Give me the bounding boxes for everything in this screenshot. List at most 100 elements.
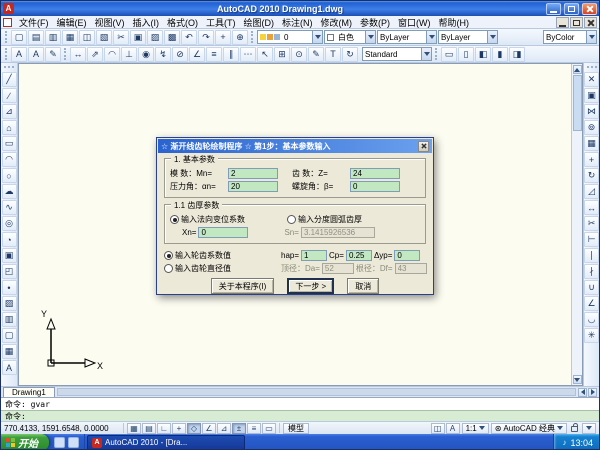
child-close-button[interactable] (584, 17, 597, 28)
scroll-right-icon[interactable] (588, 388, 597, 397)
join-icon[interactable]: ∪ (584, 280, 599, 295)
dropdown-arrow-icon[interactable] (426, 31, 436, 43)
edit-text-icon[interactable]: ✎ (45, 47, 61, 62)
lock-icon[interactable] (571, 426, 578, 432)
dimension-text-edit-icon[interactable]: T (325, 47, 341, 62)
gradient-icon[interactable]: ▥ (2, 312, 17, 327)
open-icon[interactable]: ▤ (28, 30, 44, 45)
toolbar-grip[interactable] (5, 31, 8, 43)
annotation-scale-dropdown[interactable]: 1:1 (462, 423, 489, 434)
toolbar-grip[interactable] (64, 48, 67, 60)
move-icon[interactable]: + (584, 152, 599, 167)
quick-launch-icon[interactable] (68, 437, 79, 448)
polar-toggle[interactable]: + (172, 423, 186, 434)
polyline-icon[interactable]: ⊿ (2, 104, 17, 119)
erase-icon[interactable]: ✕ (584, 72, 599, 87)
copy-object-icon[interactable]: ▣ (584, 88, 599, 103)
command-input[interactable] (5, 412, 595, 421)
osnap-toggle[interactable]: ◇ (187, 423, 201, 434)
ellipse-arc-icon[interactable]: ◔ (2, 232, 17, 247)
radio-gear-diameters[interactable] (164, 264, 173, 273)
quickprops-toggle[interactable]: ▭ (262, 423, 276, 434)
chamfer-icon[interactable]: ∠ (584, 296, 599, 311)
mtext-icon[interactable]: A (11, 47, 27, 62)
dim-style-dropdown[interactable]: Standard (362, 47, 432, 61)
lineweight-toggle[interactable]: ≡ (247, 423, 261, 434)
stretch-icon[interactable]: ↔ (584, 200, 599, 215)
vertical-scrollbar[interactable] (571, 64, 582, 385)
multileader-icon[interactable]: ↖ (257, 47, 273, 62)
arc-icon[interactable]: ◠ (2, 152, 17, 167)
circle-icon[interactable]: ○ (2, 168, 17, 183)
menu-parametric[interactable]: 参数(P) (356, 16, 394, 29)
linear-dimension-icon[interactable]: ↔ (70, 47, 86, 62)
cancel-button[interactable]: 取消 (347, 278, 379, 294)
radio-arc-thickness[interactable] (287, 215, 296, 224)
quick-view-icon[interactable]: ◫ (431, 423, 445, 434)
baseline-dimension-icon[interactable]: ∥ (223, 47, 239, 62)
ordinate-dimension-icon[interactable]: ⊥ (121, 47, 137, 62)
scroll-up-icon[interactable] (573, 65, 582, 74)
title-bar[interactable]: A AutoCAD 2010 Drawing1.dwg (1, 1, 599, 16)
offset-icon[interactable]: ⊚ (584, 120, 599, 135)
dimension-edit-icon[interactable]: ✎ (308, 47, 324, 62)
mirror-icon[interactable]: ⋈ (584, 104, 599, 119)
arc-length-dimension-icon[interactable]: ◠ (104, 47, 120, 62)
save-icon[interactable]: ▥ (45, 30, 61, 45)
aligned-dimension-icon[interactable]: ⇗ (87, 47, 103, 62)
break-at-point-icon[interactable]: ∣ (584, 248, 599, 263)
dropdown-arrow-icon[interactable] (421, 48, 431, 60)
rotate-icon[interactable]: ↻ (584, 168, 599, 183)
model-space-button[interactable]: 模型 (283, 423, 309, 434)
redo-icon[interactable]: ↷ (198, 30, 214, 45)
restore-button[interactable] (564, 3, 579, 15)
menu-tools[interactable]: 工具(T) (202, 16, 240, 29)
xn-input[interactable] (198, 227, 248, 238)
zoom-icon[interactable]: ⊕ (232, 30, 248, 45)
ortho-toggle[interactable]: ∟ (157, 423, 171, 434)
ducs-toggle[interactable]: ⊿ (217, 423, 231, 434)
child-minimize-button[interactable] (556, 17, 569, 28)
dyp-input[interactable] (394, 250, 420, 261)
menu-help[interactable]: 帮助(H) (435, 16, 474, 29)
pan-icon[interactable]: + (215, 30, 231, 45)
diameter-dimension-icon[interactable]: ⊘ (172, 47, 188, 62)
ellipse-icon[interactable]: ◎ (2, 216, 17, 231)
color-dropdown[interactable]: 白色 (324, 30, 376, 44)
dropdown-arrow-icon[interactable] (487, 31, 497, 43)
dropdown-arrow-icon[interactable] (365, 31, 375, 43)
match-properties-icon[interactable]: ▩ (164, 30, 180, 45)
quick-launch-icon[interactable] (54, 437, 65, 448)
toolbar-grip[interactable] (587, 66, 597, 69)
extend-icon[interactable]: ⊢ (584, 232, 599, 247)
close-button[interactable] (582, 3, 597, 15)
scale-icon[interactable]: ◿ (584, 184, 599, 199)
revision-cloud-icon[interactable]: ☁ (2, 184, 17, 199)
layer-dropdown[interactable]: 0 (257, 30, 323, 44)
cut-icon[interactable]: ✂ (113, 30, 129, 45)
toolbar-grip[interactable] (251, 31, 254, 43)
array-icon[interactable]: ▦ (584, 136, 599, 151)
angular-dimension-icon[interactable]: ∠ (189, 47, 205, 62)
menu-modify[interactable]: 修改(M) (317, 16, 357, 29)
cp-input[interactable] (346, 250, 372, 261)
toolbar-grip[interactable] (4, 66, 14, 69)
plot-style-dropdown[interactable]: ByColor (543, 30, 597, 44)
polygon-icon[interactable]: ⌂ (2, 120, 17, 135)
child-restore-button[interactable] (570, 17, 583, 28)
pressure-angle-input[interactable] (228, 181, 278, 192)
point-icon[interactable]: • (2, 280, 17, 295)
next-button[interactable]: 下一步 > (287, 278, 334, 294)
publish-icon[interactable]: ▧ (96, 30, 112, 45)
dialog-close-button[interactable] (418, 141, 429, 152)
line-icon[interactable]: ╱ (2, 72, 17, 87)
command-line[interactable] (1, 410, 599, 421)
dyn-toggle[interactable]: ± (232, 423, 246, 434)
sheet-set-manager-icon[interactable]: ◨ (509, 47, 525, 62)
menu-view[interactable]: 视图(V) (91, 16, 129, 29)
jogged-dimension-icon[interactable]: ↯ (155, 47, 171, 62)
make-block-icon[interactable]: ◰ (2, 264, 17, 279)
horizontal-scrollbar[interactable] (57, 388, 576, 396)
otrack-toggle[interactable]: ∠ (202, 423, 216, 434)
menu-dimension[interactable]: 标注(N) (278, 16, 317, 29)
